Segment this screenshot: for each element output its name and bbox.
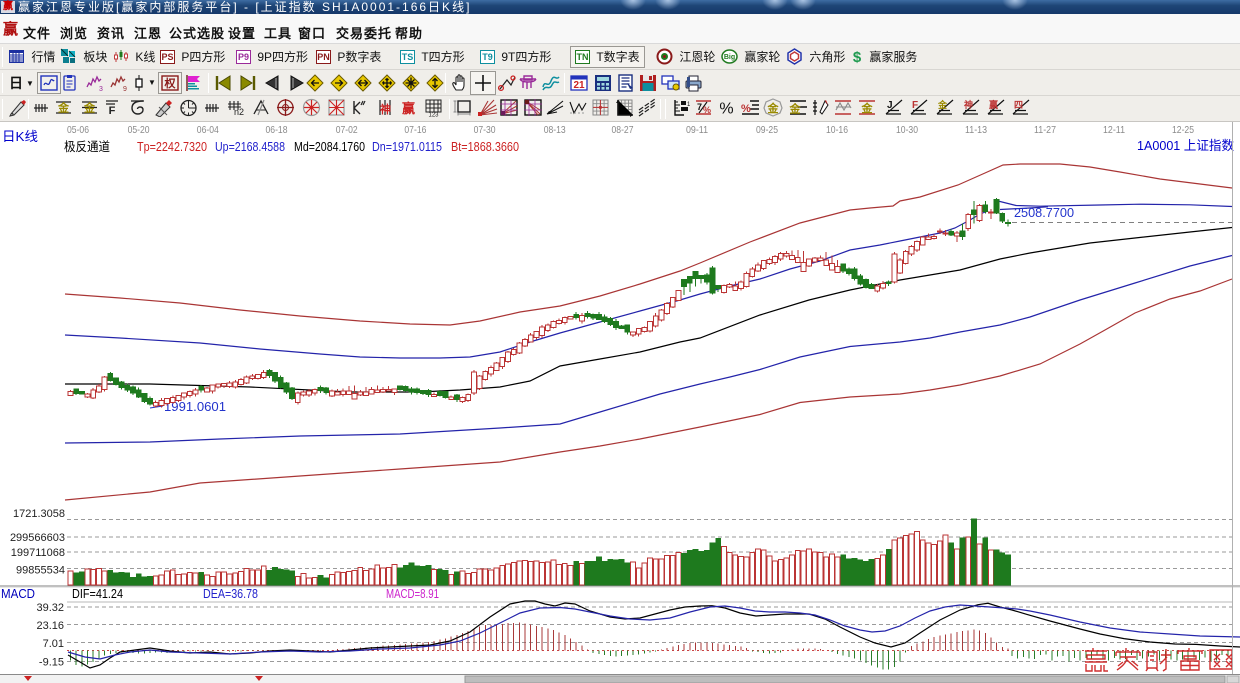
svg-text:299566603: 299566603 bbox=[10, 532, 65, 544]
svg-text:08-27: 08-27 bbox=[612, 124, 634, 136]
svg-text:23.16: 23.16 bbox=[36, 620, 64, 632]
svg-text:07-02: 07-02 bbox=[336, 124, 358, 136]
svg-text:2508.7700: 2508.7700 bbox=[1014, 205, 1074, 220]
svg-text:极反通道: 极反通道 bbox=[64, 140, 110, 154]
svg-text:Tp=2242.7320: Tp=2242.7320 bbox=[137, 140, 207, 154]
svg-text:05-06: 05-06 bbox=[67, 124, 89, 136]
svg-text:06-04: 06-04 bbox=[197, 124, 219, 136]
svg-text:-9.15: -9.15 bbox=[39, 657, 64, 669]
svg-text:08-13: 08-13 bbox=[544, 124, 566, 136]
svg-text:05-20: 05-20 bbox=[128, 124, 150, 136]
svg-text:DIF=41.24: DIF=41.24 bbox=[72, 587, 123, 601]
svg-text:09-11: 09-11 bbox=[686, 124, 708, 136]
svg-text:39.32: 39.32 bbox=[36, 602, 64, 614]
svg-text:12-25: 12-25 bbox=[1172, 124, 1194, 136]
svg-text:11-13: 11-13 bbox=[965, 124, 987, 136]
svg-text:MACD=8.91: MACD=8.91 bbox=[386, 587, 439, 601]
svg-text:Dn=1971.0115: Dn=1971.0115 bbox=[372, 140, 442, 154]
svg-text:07-30: 07-30 bbox=[474, 124, 496, 136]
svg-text:Md=2084.1760: Md=2084.1760 bbox=[294, 140, 365, 154]
svg-text:1721.3058: 1721.3058 bbox=[13, 508, 65, 520]
svg-text:Bt=1868.3660: Bt=1868.3660 bbox=[451, 140, 519, 154]
svg-text:07-16: 07-16 bbox=[404, 124, 426, 136]
svg-text:10-30: 10-30 bbox=[896, 124, 918, 136]
svg-text:11-27: 11-27 bbox=[1034, 124, 1056, 136]
svg-text:09-25: 09-25 bbox=[756, 124, 778, 136]
svg-text:199711068: 199711068 bbox=[11, 547, 65, 559]
svg-text:MACD: MACD bbox=[1, 587, 35, 601]
svg-text:12-11: 12-11 bbox=[1103, 124, 1125, 136]
svg-text:7.01: 7.01 bbox=[43, 638, 64, 650]
svg-text:DEA=36.78: DEA=36.78 bbox=[203, 587, 258, 601]
svg-text:Up=2168.4588: Up=2168.4588 bbox=[215, 140, 285, 154]
svg-text:99855534: 99855534 bbox=[16, 565, 65, 577]
svg-text:10-16: 10-16 bbox=[826, 124, 848, 136]
svg-text:1A0001 上证指数: 1A0001 上证指数 bbox=[1137, 138, 1234, 153]
svg-text:06-18: 06-18 bbox=[266, 124, 288, 136]
svg-text:日K线: 日K线 bbox=[2, 129, 38, 144]
